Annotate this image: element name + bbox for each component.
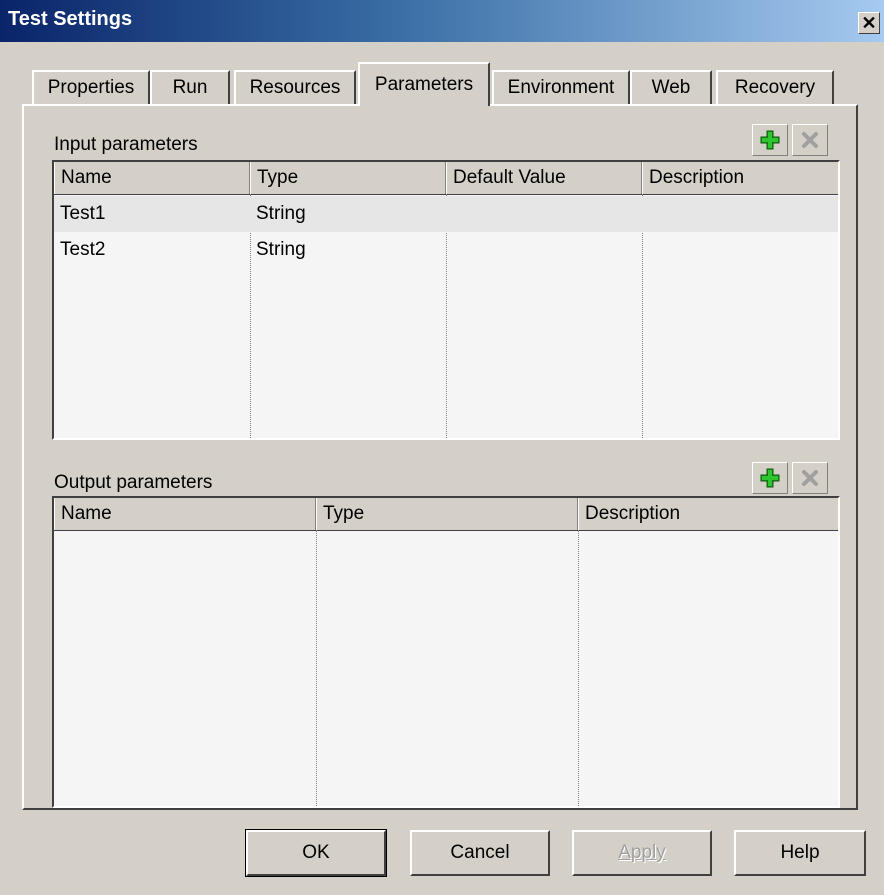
input-parameters-label: Input parameters bbox=[54, 134, 198, 155]
tab-label: Environment bbox=[507, 77, 615, 98]
remove-output-parameter-button[interactable] bbox=[792, 462, 828, 494]
table-header: Name Type Default Value Description bbox=[54, 162, 838, 195]
cell-type: String bbox=[256, 239, 306, 260]
cell-description bbox=[642, 196, 648, 232]
column-header-name[interactable]: Name bbox=[54, 498, 316, 530]
column-header-description[interactable]: Description bbox=[578, 498, 838, 530]
column-header-label: Description bbox=[649, 167, 745, 188]
plus-icon bbox=[760, 130, 780, 150]
remove-input-parameter-button[interactable] bbox=[792, 124, 828, 156]
column-divider bbox=[578, 530, 579, 806]
add-input-parameter-button[interactable] bbox=[752, 124, 788, 156]
button-label: Cancel bbox=[450, 842, 510, 863]
column-divider bbox=[316, 530, 317, 806]
tab-recovery[interactable]: Recovery bbox=[716, 70, 834, 104]
help-button[interactable]: Help bbox=[734, 830, 866, 876]
column-header-name[interactable]: Name bbox=[54, 162, 250, 194]
ok-button[interactable]: OK bbox=[245, 829, 387, 877]
close-icon: ✕ bbox=[861, 13, 877, 33]
column-header-default-value[interactable]: Default Value bbox=[446, 162, 642, 194]
tab-label: Parameters bbox=[374, 74, 474, 95]
tab-label: Run bbox=[172, 77, 208, 98]
table-header: Name Type Description bbox=[54, 498, 838, 531]
tab-label: Resources bbox=[249, 77, 341, 98]
button-label: OK bbox=[302, 842, 330, 863]
tab-web[interactable]: Web bbox=[630, 70, 712, 104]
button-label: Apply bbox=[618, 842, 666, 863]
tab-run[interactable]: Run bbox=[150, 70, 230, 104]
cancel-button[interactable]: Cancel bbox=[410, 830, 550, 876]
x-icon bbox=[802, 132, 818, 148]
cell-default-value bbox=[446, 196, 452, 232]
column-header-label: Name bbox=[61, 503, 112, 524]
cell-type: String bbox=[256, 203, 306, 224]
tab-properties[interactable]: Properties bbox=[32, 70, 150, 104]
input-parameters-table[interactable]: Name Type Default Value Description Test… bbox=[52, 160, 840, 440]
cell-name: Test1 bbox=[60, 203, 106, 224]
x-icon bbox=[802, 470, 818, 486]
column-header-label: Name bbox=[61, 167, 112, 188]
column-header-label: Description bbox=[585, 503, 681, 524]
table-row[interactable]: Test2 String bbox=[54, 232, 838, 268]
cell-description bbox=[642, 232, 648, 268]
plus-icon bbox=[760, 468, 780, 488]
tab-environment[interactable]: Environment bbox=[492, 70, 630, 104]
column-header-type[interactable]: Type bbox=[316, 498, 578, 530]
column-header-description[interactable]: Description bbox=[642, 162, 838, 194]
close-button[interactable]: ✕ bbox=[858, 12, 880, 34]
output-parameters-label: Output parameters bbox=[54, 472, 213, 493]
title-bar: Test Settings ✕ bbox=[0, 0, 884, 42]
tab-label: Properties bbox=[47, 77, 135, 98]
tab-resources[interactable]: Resources bbox=[234, 70, 356, 104]
cell-default-value bbox=[446, 232, 452, 268]
output-parameters-table[interactable]: Name Type Description bbox=[52, 496, 840, 808]
column-header-label: Type bbox=[323, 503, 365, 524]
tab-label: Web bbox=[651, 77, 691, 98]
button-label: Help bbox=[780, 842, 820, 863]
tab-panel-parameters: Input parameters Name Type Default Value… bbox=[22, 104, 858, 810]
window-title: Test Settings bbox=[8, 8, 133, 30]
table-row[interactable]: Test1 String bbox=[54, 196, 838, 232]
cell-name: Test2 bbox=[60, 239, 106, 260]
column-header-label: Type bbox=[257, 167, 299, 188]
tab-label: Recovery bbox=[734, 77, 816, 98]
tab-parameters[interactable]: Parameters bbox=[358, 62, 490, 106]
add-output-parameter-button[interactable] bbox=[752, 462, 788, 494]
column-header-label: Default Value bbox=[453, 167, 566, 188]
apply-button[interactable]: Apply bbox=[572, 830, 712, 876]
column-header-type[interactable]: Type bbox=[250, 162, 446, 194]
